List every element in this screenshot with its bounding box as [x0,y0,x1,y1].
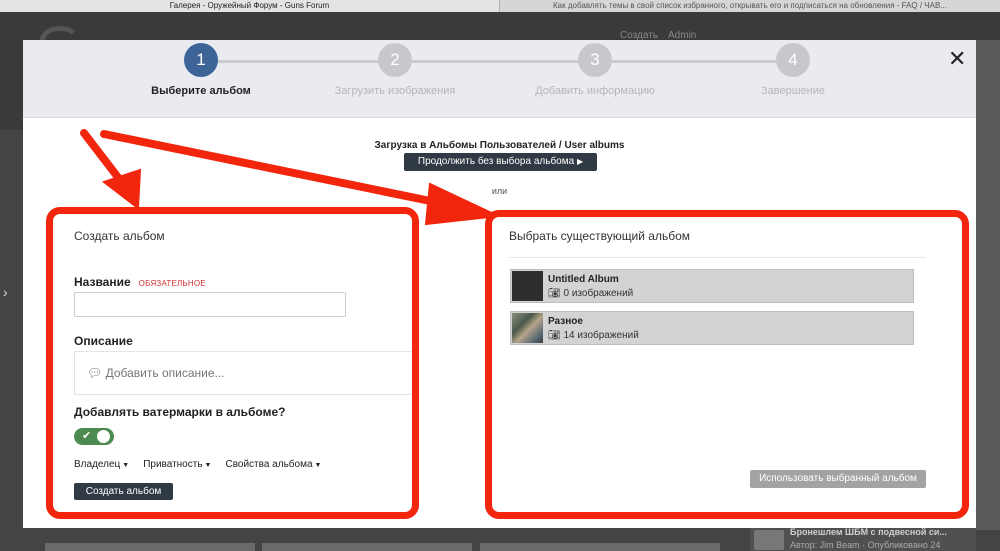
step-label: Загрузить изображения [334,85,456,97]
album-count: 📷︎ 0 изображений [548,288,633,299]
privacy-menu[interactable]: Приватность ▼ [143,459,211,470]
watermark-label: Добавлять ватермарки в альбоме? [74,405,286,419]
upload-modal: 1 Выберите альбом 2 Загрузить изображени… [23,40,976,528]
check-icon: ✔ [82,430,92,442]
wizard-steps: 1 Выберите альбом 2 Загрузить изображени… [23,40,976,118]
album-count-text: 14 изображений [563,330,639,341]
owner-menu-label: Владелец [74,459,121,470]
album-properties-menu[interactable]: Свойства альбома ▼ [225,459,321,470]
step-number: 3 [578,43,612,77]
album-description-field[interactable]: 💬︎ Добавить описание... [74,351,419,395]
album-options-menus: Владелец ▼ Приватность ▼ Свойства альбома ▼ [74,459,321,470]
album-thumbnail [512,271,543,301]
step-label: Выберите альбом [151,85,251,97]
article-thumb [754,530,784,550]
browser-tab[interactable]: Как добавлять темы в свой список избранн… [500,0,1000,12]
album-count: 📷︎ 14 изображений [548,330,639,341]
caret-down-icon: ▼ [314,462,322,469]
caret-down-icon: ▼ [122,462,130,469]
camera-icon: 📷︎ [548,288,561,299]
use-selected-album-button[interactable]: Использовать выбранный альбом [750,470,926,488]
required-badge: ОБЯЗАТЕЛЬНОЕ [138,279,206,288]
watermark-toggle[interactable]: ✔ [74,428,114,445]
divider [509,257,926,258]
page-sidebar-dimmed [976,40,1000,530]
step-label: Добавить информацию [535,85,655,97]
create-album-button[interactable]: Создать альбом [74,483,173,500]
wizard-step-1: 1 Выберите альбом [101,43,301,97]
privacy-menu-label: Приватность [143,459,203,470]
owner-menu[interactable]: Владелец ▼ [74,459,129,470]
article-meta: Автор: Jim Beam · Опубликовано 24 [790,540,941,550]
create-album-panel: Создать альбом Название ОБЯЗАТЕЛЬНОЕ Опис… [51,213,419,521]
or-separator: или [491,186,508,196]
album-name: Разное [548,316,583,327]
album-name-input[interactable] [74,292,346,317]
wizard-step-2: 2 Загрузить изображения [295,43,495,97]
step-number: 2 [378,43,412,77]
caret-down-icon: ▼ [204,462,212,469]
description-placeholder-text: Добавить описание... [105,366,225,380]
album-option-untitled[interactable]: Untitled Album 📷︎ 0 изображений [510,269,914,303]
continue-label: Продолжить без выбора альбома [417,156,575,167]
wizard-step-4: 4 Завершение [693,43,893,97]
article-preview-dimmed: Бронешлем ШБМ с подвесной си... Автор: J… [750,526,976,551]
upload-destination-title: Загрузка в Альбомы Пользователей / User … [374,140,625,151]
article-title: Бронешлем ШБМ с подвесной си... [790,527,947,537]
album-thumbnail [512,313,543,343]
step-number: 1 [184,43,218,77]
album-option-raznoe[interactable]: Разное 📷︎ 14 изображений [510,311,914,345]
existing-album-panel: Выбрать существующий альбом Untitled Alb… [498,213,946,521]
step-number: 4 [776,43,810,77]
toggle-knob [97,430,110,443]
gallery-thumb-dimmed [480,543,720,551]
gallery-thumb-dimmed [45,543,255,551]
chevron-right-icon: › [3,284,8,300]
album-name: Untitled Album [548,274,619,285]
wizard-step-3: 3 Добавить информацию [495,43,695,97]
camera-icon: 📷︎ [548,330,561,341]
name-label: Название ОБЯЗАТЕЛЬНОЕ [74,275,206,289]
close-icon[interactable]: ✕ [948,48,966,70]
gallery-thumb-dimmed [262,543,472,551]
description-placeholder: 💬︎ Добавить описание... [87,366,225,380]
name-label-text: Название [74,275,131,289]
existing-album-title: Выбрать существующий альбом [509,229,691,243]
create-album-title: Создать альбом [74,229,165,243]
caret-right-icon: ▶ [576,157,584,166]
album-count-text: 0 изображений [563,288,634,299]
step-label: Завершение [761,85,825,97]
description-label: Описание [74,334,133,348]
browser-tab-active[interactable]: Галерея - Оружейный Форум - Guns Forum [0,0,500,12]
comment-icon: 💬︎ [87,366,103,380]
continue-without-album-button[interactable]: Продолжить без выбора альбома ▶ [404,153,597,171]
album-properties-menu-label: Свойства альбома [225,459,313,470]
